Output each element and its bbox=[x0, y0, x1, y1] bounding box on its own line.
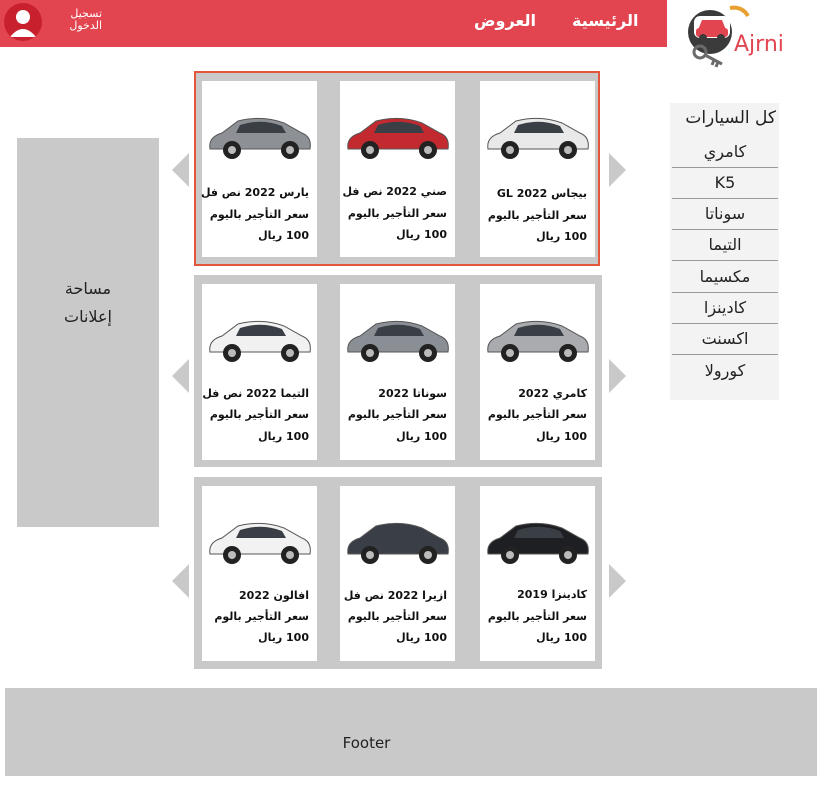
price-label: سعر التأجير بالوم bbox=[214, 610, 309, 623]
car-name: التيما 2022 نص فل bbox=[202, 387, 309, 400]
login-link[interactable]: تسجيل الدخول bbox=[46, 8, 102, 32]
row-1-next-arrow-icon[interactable] bbox=[609, 153, 626, 187]
car-name: سوناتا 2022 bbox=[378, 387, 447, 400]
sidebar-item-k5[interactable]: K5 bbox=[672, 168, 778, 199]
footer-label: Footer bbox=[342, 734, 391, 752]
car-price: 100 ريال bbox=[258, 229, 309, 242]
row-2-prev-arrow-icon[interactable] bbox=[172, 359, 189, 393]
price-label: سعر التأجير باليوم bbox=[487, 209, 587, 222]
row-2-next-arrow-icon[interactable] bbox=[609, 359, 626, 393]
car-price: 100 ريال bbox=[536, 230, 587, 243]
car-card[interactable]: افالون 2022 سعر التأجير بالوم 100 ريال bbox=[202, 486, 317, 661]
car-image-icon bbox=[347, 320, 449, 362]
price-label: سعر التأجير باليوم bbox=[487, 610, 587, 623]
price-label: سعر التأجير باليوم bbox=[347, 610, 447, 623]
car-name: يارس 2022 نص فل bbox=[200, 186, 309, 199]
car-image-icon bbox=[487, 117, 589, 159]
sidebar-item-corolla[interactable]: كورولا bbox=[672, 356, 778, 386]
car-price: 100 ريال bbox=[396, 631, 447, 644]
price-label: سعر التأجير باليوم bbox=[347, 207, 447, 220]
ads-panel bbox=[17, 138, 159, 527]
car-card[interactable]: التيما 2022 نص فل سعر التأجير باليوم 100… bbox=[202, 284, 317, 460]
car-name: بيجاس GL 2022 bbox=[496, 187, 587, 200]
car-card[interactable]: صني 2022 نص فل سعر التأجير باليوم 100 ري… bbox=[340, 81, 455, 257]
car-name: افالون 2022 bbox=[239, 589, 309, 602]
car-image-icon bbox=[347, 117, 449, 159]
car-price: 100 ريال bbox=[396, 430, 447, 443]
car-card[interactable]: كادينزا 2019 سعر التأجير باليوم 100 ريال bbox=[480, 486, 595, 661]
user-avatar-icon[interactable] bbox=[4, 3, 42, 41]
sidebar-item-accent[interactable]: اكسنت bbox=[672, 324, 778, 355]
car-name: كادينزا 2019 bbox=[517, 588, 587, 601]
car-image-icon bbox=[347, 522, 449, 564]
ads-label: مساحة إعلانات bbox=[17, 275, 159, 331]
car-image-icon bbox=[209, 320, 311, 362]
sidebar-item-sonata[interactable]: سوناتا bbox=[672, 199, 778, 230]
nav-offers[interactable]: العروض bbox=[474, 11, 536, 30]
price-label: سعر التأجير باليوم bbox=[487, 408, 587, 421]
car-image-icon bbox=[487, 522, 589, 564]
footer bbox=[5, 688, 817, 776]
car-card[interactable]: سوناتا 2022 سعر التأجير باليوم 100 ريال bbox=[340, 284, 455, 460]
ads-label-line1: مساحة bbox=[64, 279, 112, 298]
car-price: 100 ريال bbox=[258, 631, 309, 644]
sidebar-title[interactable]: كل السيارات bbox=[664, 108, 776, 128]
car-price: 100 ريال bbox=[536, 631, 587, 644]
nav-home[interactable]: الرئيسية bbox=[572, 11, 639, 30]
sidebar-item-camry[interactable]: كامري bbox=[672, 137, 778, 168]
sidebar-item-altima[interactable]: التيما bbox=[672, 230, 778, 261]
car-name: صني 2022 نص فل bbox=[342, 185, 447, 198]
car-image-icon bbox=[209, 117, 311, 159]
sidebar-item-cadenza[interactable]: كادينزا bbox=[672, 293, 778, 324]
row-3-prev-arrow-icon[interactable] bbox=[172, 564, 189, 598]
row-3-next-arrow-icon[interactable] bbox=[609, 564, 626, 598]
car-price: 100 ريال bbox=[536, 430, 587, 443]
car-image-icon bbox=[209, 522, 311, 564]
car-name: ازيرا 2022 نص فل bbox=[343, 589, 447, 602]
car-image-icon bbox=[487, 320, 589, 362]
car-price: 100 ريال bbox=[396, 228, 447, 241]
car-card[interactable]: يارس 2022 نص فل سعر التأجير باليوم 100 ر… bbox=[200, 81, 317, 257]
price-label: سعر التأجير باليوم bbox=[209, 208, 309, 221]
price-label: سعر التأجير باليوم bbox=[347, 408, 447, 421]
car-card[interactable]: ازيرا 2022 نص فل سعر التأجير باليوم 100 … bbox=[340, 486, 455, 661]
price-label: سعر التأجير باليوم bbox=[209, 408, 309, 421]
row-1-prev-arrow-icon[interactable] bbox=[172, 153, 189, 187]
car-name: كامري 2022 bbox=[518, 387, 587, 400]
car-card[interactable]: بيجاس GL 2022 سعر التأجير باليوم 100 ريا… bbox=[480, 81, 595, 257]
ads-label-line2: إعلانات bbox=[64, 307, 112, 326]
sidebar-item-maxima[interactable]: مكسيما bbox=[672, 262, 778, 293]
car-card[interactable]: كامري 2022 سعر التأجير باليوم 100 ريال bbox=[480, 284, 595, 460]
car-price: 100 ريال bbox=[258, 430, 309, 443]
logo-text: Ajrni bbox=[734, 32, 784, 57]
